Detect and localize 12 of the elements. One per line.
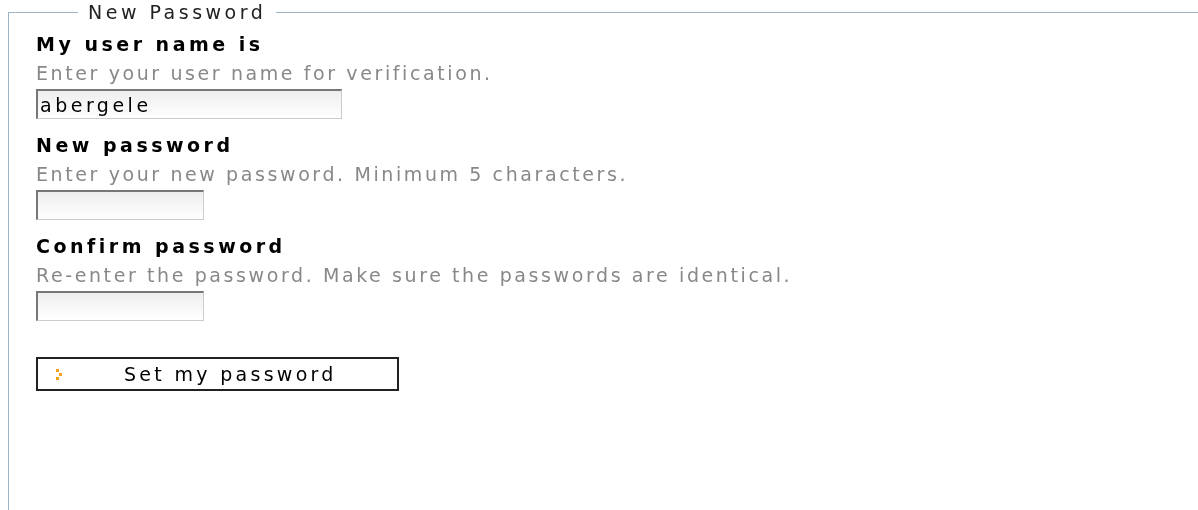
input-field[interactable]: abergele [36,89,342,119]
field-hint: Enter your new password. Minimum 5 characters. [36,162,630,186]
field-label: Confirm password [36,234,287,258]
field-label: My user name is [36,32,265,56]
set-password-button[interactable]: Set my password [36,357,399,391]
field-hint: Re-enter the password. Make sure the passwords are identical. [36,263,794,287]
field-hint: Enter your user name for verification. [36,61,494,85]
input-field[interactable] [36,291,204,321]
input-field[interactable] [36,190,204,220]
field-label: New password [36,133,235,157]
group-title: New Password [87,5,268,20]
arrow-icon [56,368,64,380]
